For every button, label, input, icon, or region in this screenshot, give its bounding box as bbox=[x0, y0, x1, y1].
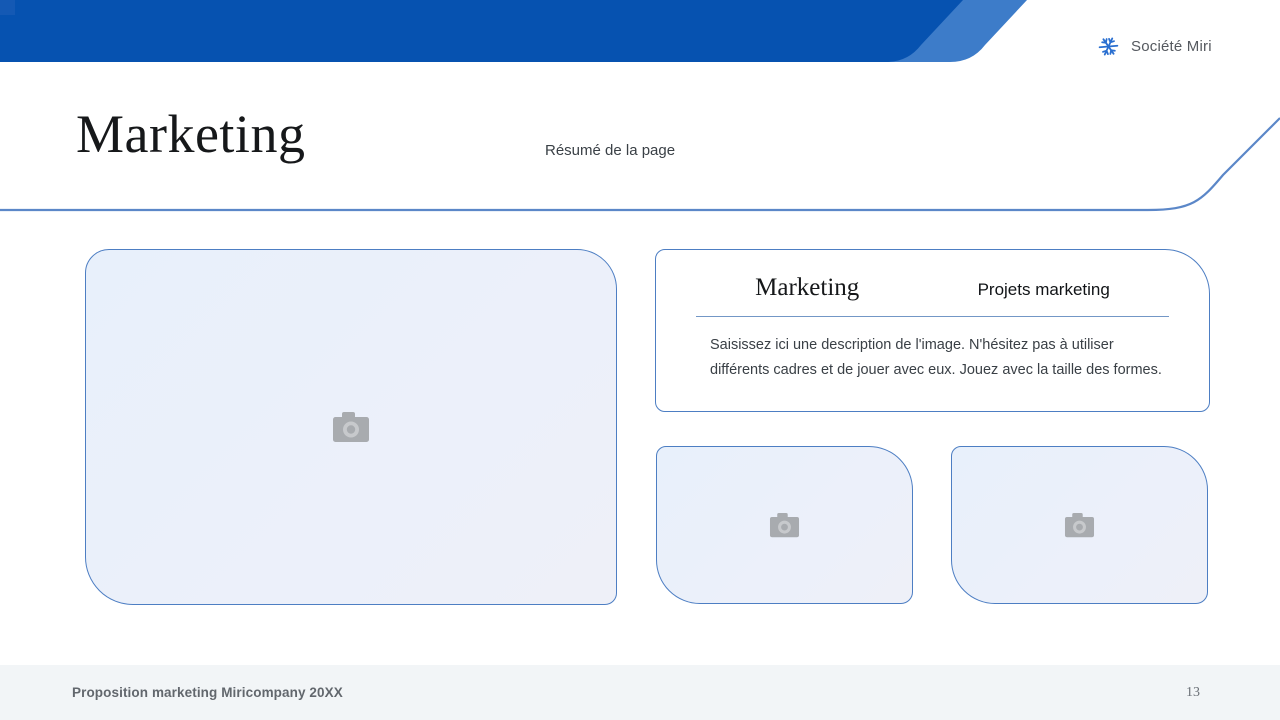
brand-logo: Société Miri bbox=[1098, 36, 1212, 57]
small-image-placeholder-1 bbox=[656, 446, 913, 604]
card-heading-serif: Marketing bbox=[755, 274, 860, 301]
snowflake-icon bbox=[1098, 37, 1119, 56]
small-image-placeholder-2 bbox=[951, 446, 1208, 604]
page-title: Marketing bbox=[76, 104, 306, 164]
footer: Proposition marketing Miricompany 20XX 1… bbox=[0, 665, 1280, 720]
card-heading-sans: Projets marketing bbox=[977, 280, 1110, 299]
footer-document-title: Proposition marketing Miricompany 20XX bbox=[72, 685, 343, 700]
camera-icon bbox=[769, 512, 800, 538]
header-corner-square bbox=[0, 0, 15, 15]
large-image-placeholder bbox=[85, 249, 617, 605]
camera-icon bbox=[332, 411, 370, 443]
description-card-headings: Marketing Projets marketing bbox=[696, 274, 1169, 317]
header-band bbox=[0, 0, 1027, 62]
description-card: Marketing Projets marketing Saisissez ic… bbox=[655, 249, 1210, 412]
presentation-slide: Société Miri Marketing Résumé de la page… bbox=[0, 0, 1280, 720]
card-body-text: Saisissez ici une description de l'image… bbox=[710, 337, 1162, 378]
footer-page-number: 13 bbox=[1186, 684, 1200, 700]
brand-name: Société Miri bbox=[1131, 38, 1212, 55]
camera-icon bbox=[1064, 512, 1095, 538]
header-dark-band bbox=[0, 0, 963, 62]
page-subtitle: Résumé de la page bbox=[545, 142, 676, 159]
